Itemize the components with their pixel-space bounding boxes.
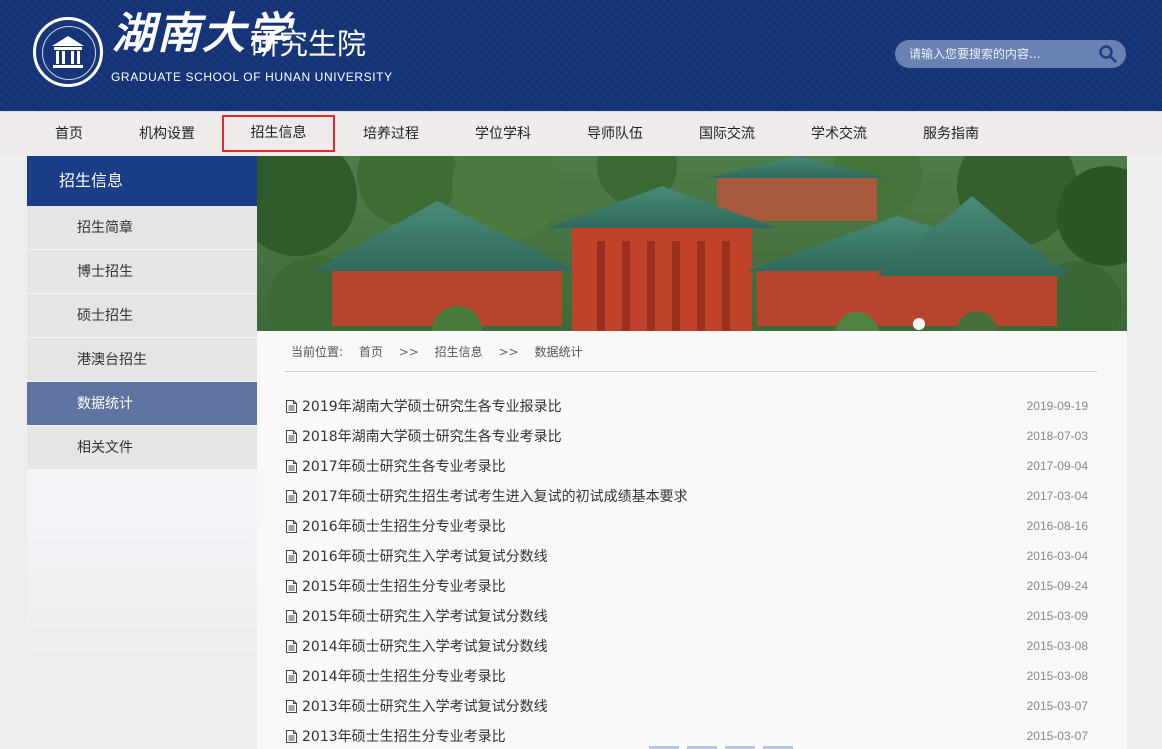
list-item[interactable]: 2017年硕士研究生招生考试考生进入复试的初试成绩基本要求 2017-03-04 — [286, 481, 1088, 511]
nav-item-organization[interactable]: 机构设置 — [124, 112, 210, 157]
nav-item-degrees[interactable]: 学位学科 — [462, 112, 544, 157]
list-item[interactable]: 2016年硕士研究生入学考试复试分数线 2016-03-04 — [286, 541, 1088, 571]
sidebar-item-documents[interactable]: 相关文件 — [27, 426, 257, 470]
list-item[interactable]: 2015年硕士生招生分专业考录比 2015-09-24 — [286, 571, 1088, 601]
nav-item-supervisors[interactable]: 导师队伍 — [574, 112, 656, 157]
article-date: 2019-09-19 — [1026, 399, 1088, 413]
document-icon — [286, 579, 297, 593]
breadcrumb-admissions[interactable]: 招生信息 — [435, 345, 483, 359]
article-title[interactable]: 2016年硕士生招生分专业考录比 — [302, 516, 506, 536]
article-title[interactable]: 2018年湖南大学硕士研究生各专业考录比 — [302, 426, 562, 446]
article-title[interactable]: 2013年硕士生招生分专业考录比 — [302, 726, 506, 746]
article-title[interactable]: 2013年硕士研究生入学考试复试分数线 — [302, 696, 548, 716]
campus-banner-image — [257, 156, 1127, 331]
document-icon — [286, 699, 297, 713]
breadcrumb: 当前位置: 首页 >> 招生信息 >> 数据统计 — [291, 343, 582, 360]
article-date: 2015-03-08 — [1026, 669, 1088, 683]
article-date: 2015-03-08 — [1026, 639, 1088, 653]
article-date: 2017-09-04 — [1026, 459, 1088, 473]
article-title[interactable]: 2014年硕士生招生分专业考录比 — [302, 666, 506, 686]
nav-item-admissions[interactable]: 招生信息 — [222, 115, 335, 152]
breadcrumb-current[interactable]: 数据统计 — [534, 345, 582, 359]
nav-item-services[interactable]: 服务指南 — [910, 112, 992, 157]
nav-item-academic[interactable]: 学术交流 — [798, 112, 880, 157]
site-header: 湖南大学 研究生院 GRADUATE SCHOOL OF HUNAN UNIVE… — [0, 0, 1162, 111]
document-icon — [286, 729, 297, 743]
article-date: 2017-03-04 — [1026, 489, 1088, 503]
article-title[interactable]: 2014年硕士研究生入学考试复试分数线 — [302, 636, 548, 656]
search-box — [895, 40, 1126, 68]
content-panel: 当前位置: 首页 >> 招生信息 >> 数据统计 2019年湖南大学硕士研究生各… — [257, 331, 1127, 749]
article-title[interactable]: 2017年硕士研究生招生考试考生进入复试的初试成绩基本要求 — [302, 486, 688, 506]
list-item[interactable]: 2013年硕士研究生入学考试复试分数线 2015-03-07 — [286, 691, 1088, 721]
sidebar: 招生信息 招生简章 博士招生 硕士招生 港澳台招生 数据统计 相关文件 — [27, 156, 257, 749]
article-date: 2018-07-03 — [1026, 429, 1088, 443]
breadcrumb-home[interactable]: 首页 — [359, 345, 383, 359]
sidebar-item-doctoral[interactable]: 博士招生 — [27, 250, 257, 294]
list-item[interactable]: 2017年硕士研究生各专业考录比 2017-09-04 — [286, 451, 1088, 481]
nav-item-training[interactable]: 培养过程 — [350, 112, 432, 157]
article-title[interactable]: 2016年硕士研究生入学考试复试分数线 — [302, 546, 548, 566]
breadcrumb-prefix: 当前位置: — [291, 345, 344, 359]
nav-item-international[interactable]: 国际交流 — [686, 112, 768, 157]
list-item[interactable]: 2013年硕士生招生分专业考录比 2015-03-07 — [286, 721, 1088, 749]
document-icon — [286, 669, 297, 683]
article-title[interactable]: 2015年硕士研究生入学考试复试分数线 — [302, 606, 548, 626]
list-item[interactable]: 2015年硕士研究生入学考试复试分数线 2015-03-09 — [286, 601, 1088, 631]
list-item[interactable]: 2016年硕士生招生分专业考录比 2016-08-16 — [286, 511, 1088, 541]
university-seal-logo[interactable] — [33, 17, 103, 87]
document-icon — [286, 489, 297, 503]
document-icon — [286, 519, 297, 533]
article-date: 2015-03-07 — [1026, 729, 1088, 743]
search-icon[interactable] — [1098, 44, 1118, 64]
sidebar-item-statistics[interactable]: 数据统计 — [27, 382, 257, 426]
divider — [285, 371, 1097, 372]
nav-item-home[interactable]: 首页 — [40, 112, 98, 157]
article-date: 2015-09-24 — [1026, 579, 1088, 593]
article-title[interactable]: 2019年湖南大学硕士研究生各专业报录比 — [302, 396, 562, 416]
main-nav: 首页 机构设置 招生信息 培养过程 学位学科 导师队伍 国际交流 学术交流 服务… — [0, 111, 1162, 156]
list-item[interactable]: 2019年湖南大学硕士研究生各专业报录比 2019-09-19 — [286, 391, 1088, 421]
article-date: 2016-08-16 — [1026, 519, 1088, 533]
article-date: 2016-03-04 — [1026, 549, 1088, 563]
logo-subtitle[interactable]: 研究生院 — [250, 30, 366, 59]
article-title[interactable]: 2015年硕士生招生分专业考录比 — [302, 576, 506, 596]
document-icon — [286, 639, 297, 653]
document-icon — [286, 399, 297, 413]
list-item[interactable]: 2014年硕士研究生入学考试复试分数线 2015-03-08 — [286, 631, 1088, 661]
list-item[interactable]: 2018年湖南大学硕士研究生各专业考录比 2018-07-03 — [286, 421, 1088, 451]
logo-english-name: GRADUATE SCHOOL OF HUNAN UNIVERSITY — [111, 70, 393, 84]
breadcrumb-separator: >> — [398, 345, 419, 359]
sidebar-item-masters[interactable]: 硕士招生 — [27, 294, 257, 338]
document-icon — [286, 609, 297, 623]
article-list: 2019年湖南大学硕士研究生各专业报录比 2019-09-19 2018年湖南大学硕… — [286, 391, 1088, 749]
search-input[interactable] — [909, 40, 1089, 68]
article-date: 2015-03-09 — [1026, 609, 1088, 623]
article-title[interactable]: 2017年硕士研究生各专业考录比 — [302, 456, 506, 476]
sidebar-title: 招生信息 — [27, 156, 257, 206]
breadcrumb-separator: >> — [498, 345, 519, 359]
document-icon — [286, 459, 297, 473]
sidebar-item-brochure[interactable]: 招生简章 — [27, 206, 257, 250]
list-item[interactable]: 2014年硕士生招生分专业考录比 2015-03-08 — [286, 661, 1088, 691]
banner-slide-indicator — [913, 318, 925, 330]
sidebar-item-hk-macao-taiwan[interactable]: 港澳台招生 — [27, 338, 257, 382]
document-icon — [286, 549, 297, 563]
document-icon — [286, 429, 297, 443]
article-date: 2015-03-07 — [1026, 699, 1088, 713]
